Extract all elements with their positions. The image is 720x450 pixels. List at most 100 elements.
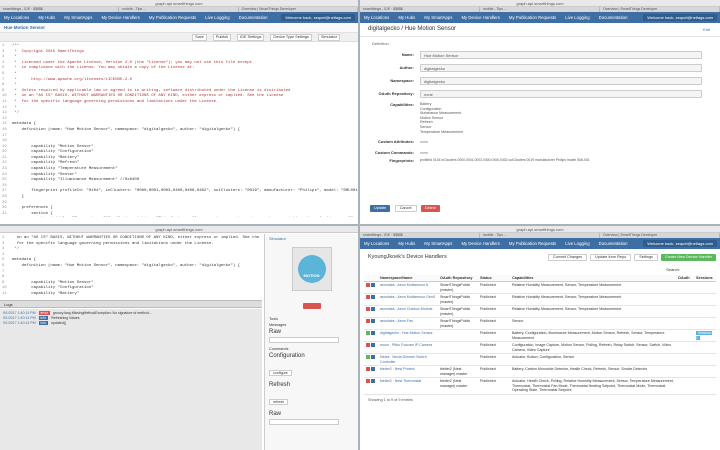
table-row[interactable]: aeonlabs : Aeon Multisensor Gen5 SmartThi… <box>364 293 716 306</box>
nav-item[interactable]: Live Logging <box>205 15 229 20</box>
nav-item[interactable]: Documentation <box>239 15 268 20</box>
motion-tile[interactable]: MOTION <box>297 255 326 283</box>
toolbar-button[interactable]: Save <box>192 33 207 41</box>
handler-link[interactable]: digitalgecko : Hue Motion Sensor <box>380 331 433 335</box>
code-editor[interactable]: 1/** 2 * Copyright 2015 SmartThings 3 * 4 *… <box>0 42 358 217</box>
nav-item[interactable]: My Publication Requests <box>509 241 556 246</box>
table-row[interactable]: digitalgecko : Hue Motion Sensor Publishe… <box>364 329 716 342</box>
handler-link[interactable]: bletier2 : Nest Protect <box>380 367 415 371</box>
table-row[interactable]: aeonlabs : Aeon Multisensor 6 SmartThings… <box>364 281 716 294</box>
address-bar[interactable]: graph.api.smartthings.com <box>0 0 358 7</box>
field-input[interactable]: digitalgecko <box>420 76 702 85</box>
repo-cell <box>438 353 478 366</box>
field-input[interactable]: digitalgecko <box>420 63 702 72</box>
oauth-cell <box>676 365 694 378</box>
edit-icon[interactable] <box>371 343 375 348</box>
nav-item[interactable]: My Locations <box>4 15 29 20</box>
definition-heading: Definition <box>372 41 389 46</box>
edit-icon[interactable] <box>371 379 375 384</box>
edit-icon[interactable] <box>371 307 375 312</box>
handler-link[interactable]: aeonlabs : Aeon Multisensor Gen5 <box>380 295 435 299</box>
toolbar-button[interactable]: Simulator <box>317 33 340 41</box>
cancel-button[interactable]: Cancel <box>394 205 417 212</box>
field-input[interactable]: Hue Motion Sensor <box>420 50 702 59</box>
code-line: 27 fingerprint profileId: "0104", inClus… <box>2 189 358 195</box>
nav-item[interactable]: My SmartApps <box>64 15 92 20</box>
table-row[interactable]: Nexia · Nexia Dimmer Switch Controller Pu… <box>364 353 716 366</box>
delete-button[interactable]: Delete <box>420 205 440 212</box>
code-text: metadata { <box>12 122 37 127</box>
nav-item[interactable]: My Hubs <box>398 15 415 20</box>
field-row: Name: Hue Motion Sensor <box>360 48 720 61</box>
header-button[interactable]: Commit Changes <box>547 254 588 261</box>
nav-item[interactable]: My SmartApps <box>424 241 452 246</box>
sessions-badge[interactable]: Sessions: 1 <box>696 331 712 340</box>
table-row[interactable]: aeonlabs : Aeon Outdoor Module SmartThing… <box>364 305 716 318</box>
address-bar[interactable]: graph.api.smartthings.com <box>0 226 358 233</box>
name-cell: Nexia · Nexia Dimmer Switch Controller <box>378 353 438 366</box>
table-row[interactable]: moon : Pitbu Foscam IP Camera Published Co… <box>364 341 716 354</box>
nav-item[interactable]: My Device Handlers <box>101 15 139 20</box>
table-row[interactable]: bletier2 : Nest Protect bletier2 (Nest ma… <box>364 365 716 378</box>
nav-item[interactable]: My SmartApps <box>424 15 452 20</box>
simulator-item[interactable]: configure <box>269 370 292 376</box>
nav-item[interactable]: My Device Handlers <box>461 15 499 20</box>
handler-link[interactable]: Nexia · Nexia Dimmer Switch Controller <box>380 355 427 364</box>
code-editor[interactable]: 1 on an "AS IS" BASIS, WITHOUT WARRANTIE… <box>0 234 262 299</box>
nav-item[interactable]: Live Logging <box>565 15 589 20</box>
nav-item[interactable]: Live Logging <box>565 241 589 246</box>
address-bar[interactable]: graph.api.smartthings.com <box>360 226 720 233</box>
header-button[interactable]: Update from Repo <box>590 254 632 261</box>
edit-icon[interactable] <box>371 319 375 324</box>
sessions-cell <box>694 305 716 318</box>
toolbar-button[interactable]: Publish <box>212 33 232 41</box>
table-row[interactable]: bletier2 : Nest Thermostat bletier2 (Nest… <box>364 377 716 395</box>
handler-link[interactable]: aeonlabs : Aeon Fan <box>380 319 413 323</box>
handler-link[interactable]: bletier2 : Nest Thermostat <box>380 379 421 383</box>
capabilities-cell: Configuration, Image Capture, Motion Sen… <box>510 341 676 354</box>
nav-item[interactable]: My Publication Requests <box>509 15 556 20</box>
edit-icon[interactable] <box>371 295 375 300</box>
code-text: * <box>12 105 17 110</box>
simulator-item[interactable]: refresh <box>269 399 289 405</box>
welcome-badge[interactable]: Welcome back, sequel@netlags.com <box>643 14 717 21</box>
address-bar[interactable]: graph.api.smartthings.com <box>360 0 720 7</box>
edit-icon[interactable] <box>371 367 375 372</box>
edit-icon[interactable] <box>371 331 375 336</box>
sessions-cell <box>694 377 716 395</box>
edit-icon[interactable] <box>371 283 375 288</box>
handler-link[interactable]: moon : Pitbu Foscam IP Camera <box>380 343 432 347</box>
nav-item[interactable]: Documentation <box>599 15 628 20</box>
code-text: section { <box>12 211 53 216</box>
nav-item[interactable]: My Locations <box>364 15 389 20</box>
header-button[interactable]: Settings <box>634 254 658 261</box>
welcome-badge[interactable]: Welcome back, sequel@netlags.com <box>281 14 355 21</box>
edit-link[interactable]: Edit <box>703 27 710 32</box>
edit-icon[interactable] <box>371 355 375 360</box>
raw-input[interactable] <box>269 337 339 343</box>
top-nav: My Locations My Hubs My SmartApps My Device… <box>360 12 720 23</box>
capabilities-cell: Actuator, Health Check, Polling, Relativ… <box>510 377 676 395</box>
oauth-cell <box>676 353 694 366</box>
nav-item[interactable]: My Publication Requests <box>149 15 196 20</box>
log-time: 9/1/2017 1:40:14 PM <box>3 316 36 320</box>
simulator-controls: Tools Messages Raw Commands Configuration con… <box>265 309 358 435</box>
toolbar-button[interactable]: Device Type Settings <box>270 33 312 41</box>
simulator-header[interactable]: Simulator <box>265 234 358 243</box>
welcome-badge[interactable]: Welcome back, sequel@netlags.com <box>643 240 717 247</box>
row-icons <box>364 281 378 294</box>
nav-item[interactable]: My Device Handlers <box>461 241 499 246</box>
field-input[interactable]: none <box>420 89 702 98</box>
field-row: OAuth Repository: none <box>360 87 720 100</box>
update-button[interactable]: Update <box>370 205 391 212</box>
toolbar-button[interactable]: IDE Settings <box>237 33 265 41</box>
table-row[interactable]: aeonlabs : Aeon Fan SmartThingsPublic (ma… <box>364 317 716 330</box>
nav-item[interactable]: My Locations <box>364 241 389 246</box>
nav-item[interactable]: My Hubs <box>398 241 415 246</box>
handler-link[interactable]: aeonlabs : Aeon Outdoor Module <box>380 307 433 311</box>
header-button[interactable]: Create New Device Handler <box>660 254 716 261</box>
nav-item[interactable]: Documentation <box>599 241 628 246</box>
handler-link[interactable]: aeonlabs : Aeon Multisensor 6 <box>380 283 428 287</box>
nav-item[interactable]: My Hubs <box>38 15 55 20</box>
raw-input[interactable] <box>269 419 339 425</box>
